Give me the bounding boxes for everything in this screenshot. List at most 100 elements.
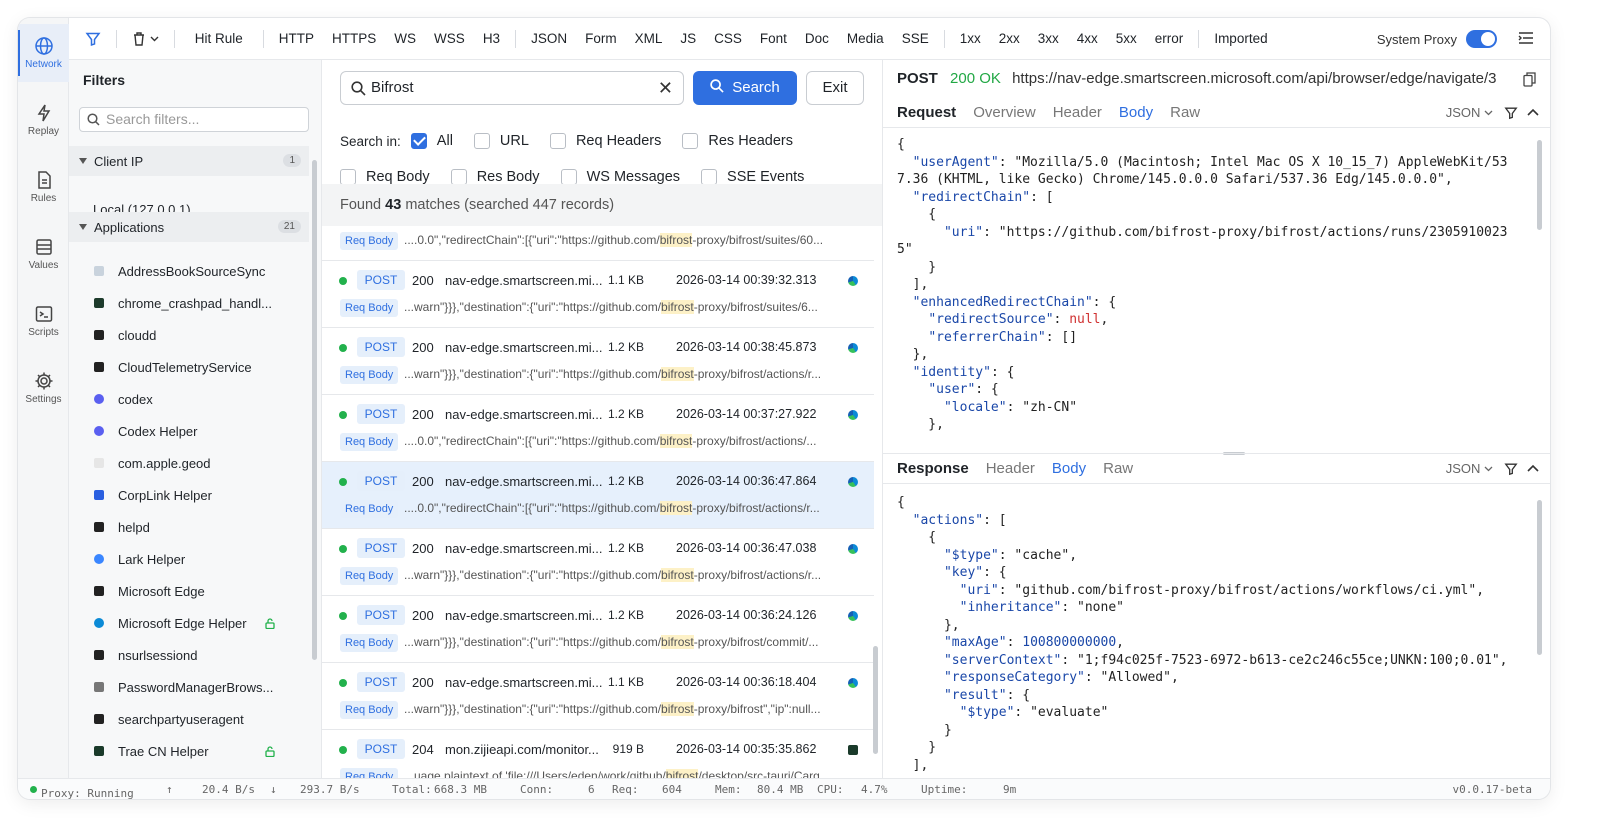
status-filter-3xx[interactable]: 3xx <box>1029 18 1068 60</box>
type-filter-form[interactable]: Form <box>576 18 626 60</box>
protocol-filter-https[interactable]: HTTPS <box>323 18 385 60</box>
search-input[interactable]: Bifrost ✕ <box>340 71 684 105</box>
tab-header[interactable]: Header <box>1053 104 1102 121</box>
app-item[interactable]: Microsoft Edge Helper <box>69 607 309 639</box>
type-filter-xml[interactable]: XML <box>626 18 672 60</box>
status-filter-error[interactable]: error <box>1146 18 1193 60</box>
status-filter-4xx[interactable]: 4xx <box>1068 18 1107 60</box>
response-body-viewer[interactable]: { "actions": [ { "$type": "cache", "key"… <box>897 494 1517 778</box>
group-client-ip[interactable]: Client IP 1 <box>69 146 309 176</box>
search-option-res-body[interactable]: Res Body <box>450 169 540 185</box>
checkbox[interactable] <box>701 169 718 185</box>
imported-filter[interactable]: Imported <box>1205 18 1276 60</box>
exit-button[interactable]: Exit <box>806 71 864 105</box>
result-row[interactable]: POST 200 nav-edge.smartscreen.mi... 1.2 KB 2… <box>322 395 874 462</box>
nav-replay[interactable]: Replay <box>18 91 69 149</box>
result-row[interactable]: POST 204 mon.zijieapi.com/monitor... 919 B 2… <box>322 730 874 778</box>
nav-rules[interactable]: Rules <box>18 158 69 216</box>
status-filter-2xx[interactable]: 2xx <box>990 18 1029 60</box>
app-item[interactable]: AddressBookSourceSync <box>69 255 309 287</box>
protocol-filter-wss[interactable]: WSS <box>425 18 474 60</box>
app-item[interactable]: Trae CN Helper (Plugin) <box>69 767 309 779</box>
scrollbar[interactable] <box>1537 140 1542 230</box>
filter-icon[interactable] <box>69 18 110 60</box>
close-icon[interactable]: ✕ <box>658 72 673 104</box>
nav-network[interactable]: Network <box>18 24 69 82</box>
tab-raw[interactable]: Raw <box>1103 460 1133 477</box>
system-proxy-toggle[interactable] <box>1466 30 1497 48</box>
search-option-ws-messages[interactable]: WS Messages <box>560 169 680 185</box>
protocol-filter-h3[interactable]: H3 <box>474 18 509 60</box>
tab-raw[interactable]: Raw <box>1170 104 1200 121</box>
tab-body[interactable]: Body <box>1052 460 1086 477</box>
tab-body[interactable]: Body <box>1119 104 1153 121</box>
result-row[interactable]: POST 200 nav-edge.smartscreen.mi... 1.1 KB 2… <box>322 663 874 730</box>
protocol-filter-http[interactable]: HTTP <box>270 18 323 60</box>
result-row[interactable]: POST 200 nav-edge.smartscreen.mi... 1.2 KB 2… <box>322 529 874 596</box>
checkbox[interactable] <box>560 169 577 185</box>
type-filter-json[interactable]: JSON <box>522 18 576 60</box>
checkbox[interactable] <box>450 169 467 185</box>
checkbox[interactable] <box>340 169 356 185</box>
filter-icon[interactable] <box>1504 106 1518 120</box>
copy-icon[interactable] <box>1523 72 1536 92</box>
tab-header[interactable]: Header <box>986 460 1035 477</box>
result-row[interactable]: POST 200 nav-edge.smartscreen.mi... 1.2 KB 2… <box>322 596 874 663</box>
search-option-sse-events[interactable]: SSE Events <box>701 169 804 185</box>
checkbox[interactable] <box>682 133 699 149</box>
search-button[interactable]: Search <box>693 71 797 105</box>
app-item[interactable]: Codex Helper <box>69 415 309 447</box>
app-item[interactable]: PasswordManagerBrows... <box>69 671 309 703</box>
result-row[interactable]: POST 200 nav-edge.smartscreen.mi... 1.2 KB 2… <box>322 328 874 395</box>
format-select[interactable]: JSON <box>1446 105 1493 120</box>
status-filter-1xx[interactable]: 1xx <box>951 18 990 60</box>
type-filter-js[interactable]: JS <box>671 18 705 60</box>
chevron-up-icon[interactable] <box>1527 108 1539 116</box>
tab-overview[interactable]: Overview <box>973 104 1036 121</box>
app-item[interactable]: nsurlsessiond <box>69 639 309 671</box>
type-filter-media[interactable]: Media <box>838 18 893 60</box>
checkbox[interactable] <box>549 133 566 149</box>
app-item[interactable]: searchpartyuseragent <box>69 703 309 735</box>
request-body-viewer[interactable]: { "userAgent": "Mozilla/5.0 (Macintosh; … <box>897 136 1517 450</box>
app-item[interactable]: com.apple.geod <box>69 447 309 479</box>
app-item[interactable]: CorpLink Helper <box>69 479 309 511</box>
type-filter-doc[interactable]: Doc <box>796 18 838 60</box>
app-item[interactable]: cloudd <box>69 319 309 351</box>
app-item[interactable]: chrome_crashpad_handl... <box>69 287 309 319</box>
search-option-req-headers[interactable]: Req Headers <box>549 133 661 149</box>
search-option-res-headers[interactable]: Res Headers <box>682 133 793 149</box>
checkbox[interactable] <box>410 133 427 149</box>
checkbox[interactable] <box>473 133 490 149</box>
hit-rule-filter[interactable]: Hit Rule <box>181 18 257 60</box>
nav-settings[interactable]: Settings <box>18 359 69 417</box>
scrollbar[interactable] <box>1537 500 1542 655</box>
menu-icon[interactable] <box>1518 31 1534 48</box>
result-row[interactable]: POST 200 nav-edge.smartscreen.mi... 1.1 KB 2… <box>322 261 874 328</box>
scrollbar[interactable] <box>312 160 317 660</box>
filter-icon[interactable] <box>1504 462 1518 476</box>
app-item[interactable]: Microsoft Edge <box>69 575 309 607</box>
protocol-filter-ws[interactable]: WS <box>385 18 425 60</box>
scrollbar[interactable] <box>873 646 878 754</box>
filters-search-input[interactable]: Search filters... <box>79 107 309 132</box>
app-item[interactable]: Lark Helper <box>69 543 309 575</box>
type-filter-sse[interactable]: SSE <box>893 18 938 60</box>
search-option-url[interactable]: URL <box>473 133 529 149</box>
group-applications[interactable]: Applications 21 <box>69 212 309 242</box>
app-item[interactable]: CloudTelemetryService <box>69 351 309 383</box>
type-filter-css[interactable]: CSS <box>705 18 751 60</box>
result-row[interactable]: Req Body ....0.0","redirectChain":[{"uri"… <box>322 226 874 261</box>
clear-button[interactable] <box>123 18 168 60</box>
search-option-all[interactable]: All <box>410 133 453 149</box>
type-filter-font[interactable]: Font <box>751 18 796 60</box>
chevron-up-icon[interactable] <box>1527 464 1539 472</box>
search-option-req-body[interactable]: Req Body <box>340 169 430 185</box>
status-filter-5xx[interactable]: 5xx <box>1107 18 1146 60</box>
detail-url[interactable]: https://nav-edge.smartscreen.microsoft.c… <box>1012 70 1496 87</box>
result-row[interactable]: POST 200 nav-edge.smartscreen.mi... 1.2 KB 2… <box>322 462 874 529</box>
app-item[interactable]: helpd <box>69 511 309 543</box>
nav-scripts[interactable]: Scripts <box>18 292 69 350</box>
format-select[interactable]: JSON <box>1446 461 1493 476</box>
app-item[interactable]: codex <box>69 383 309 415</box>
